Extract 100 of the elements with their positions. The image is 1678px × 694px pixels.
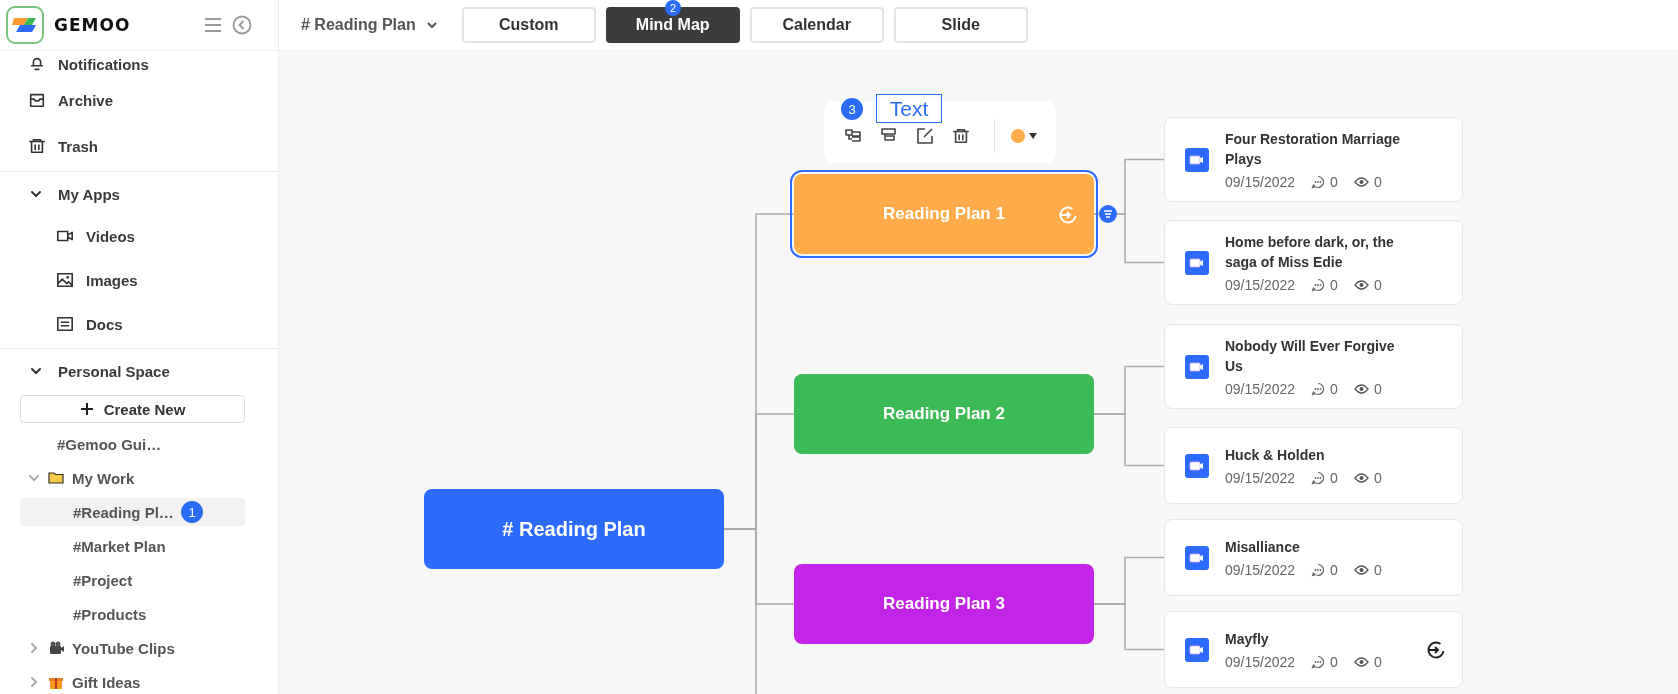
nav-item[interactable]: Trash bbox=[58, 137, 99, 155]
video-icon bbox=[1185, 453, 1209, 478]
tree-item[interactable]: #Market Plan bbox=[20, 532, 245, 560]
nav-item[interactable]: Images bbox=[86, 271, 138, 289]
enter-icon[interactable] bbox=[1426, 639, 1446, 660]
connector-line bbox=[1093, 603, 1165, 651]
eye-icon bbox=[1353, 383, 1369, 395]
logo-icon bbox=[6, 6, 44, 44]
view-count: 0 bbox=[1373, 174, 1382, 190]
comment-icon bbox=[1311, 382, 1326, 396]
date-text: 09/15/2022 bbox=[1225, 470, 1296, 486]
comment-icon bbox=[1311, 175, 1326, 189]
card-title: Nobody Will Ever Forgive Us bbox=[1225, 337, 1396, 376]
card-title: Four Restoration Marriage Plays bbox=[1225, 130, 1402, 169]
step-badge: 2 bbox=[665, 0, 681, 16]
tree-item[interactable]: YouTube Clips bbox=[20, 634, 245, 662]
root-node[interactable]: # Reading Plan bbox=[424, 489, 724, 569]
image-icon bbox=[56, 271, 74, 289]
logo-text: GEMOO bbox=[54, 15, 132, 35]
view-tab[interactable]: Custom bbox=[461, 7, 596, 43]
eye-icon bbox=[1353, 656, 1369, 668]
video-icon bbox=[1185, 250, 1209, 275]
video-card[interactable]: Nobody Will Ever Forgive Us 09/15/2022 0 0 bbox=[1164, 324, 1463, 409]
tree-item[interactable]: #Reading Pl… 1 bbox=[20, 498, 245, 526]
step-badge: 3 bbox=[841, 98, 863, 120]
archive-icon bbox=[28, 91, 46, 109]
add-sibling-icon[interactable] bbox=[844, 127, 862, 145]
video-card[interactable]: Four Restoration Marriage Plays 09/15/2022 0 0 bbox=[1164, 117, 1463, 202]
menu-icon[interactable] bbox=[204, 17, 222, 33]
nav-item[interactable]: Docs bbox=[86, 315, 123, 333]
section-title[interactable]: My Apps bbox=[58, 185, 120, 203]
comment-count: 0 bbox=[1330, 277, 1338, 293]
comment-count: 0 bbox=[1330, 562, 1338, 578]
date-text: 09/15/2022 bbox=[1225, 174, 1296, 190]
color-swatch[interactable] bbox=[1011, 129, 1025, 143]
plus-icon bbox=[79, 402, 94, 416]
view-count: 0 bbox=[1373, 562, 1382, 578]
nav-item[interactable]: Notifications bbox=[58, 55, 149, 73]
video-card[interactable]: Huck & Holden 09/15/2022 0 0 bbox=[1164, 427, 1463, 504]
video-icon bbox=[1185, 354, 1209, 379]
date-text: 09/15/2022 bbox=[1225, 381, 1296, 397]
view-count: 0 bbox=[1373, 470, 1382, 486]
comment-count: 0 bbox=[1330, 654, 1338, 670]
view-count: 0 bbox=[1373, 381, 1382, 397]
nav-item[interactable]: Archive bbox=[58, 91, 114, 109]
text-annotation: Text bbox=[876, 94, 942, 123]
document-icon bbox=[56, 315, 74, 333]
trash-icon[interactable] bbox=[952, 127, 970, 145]
tree-item[interactable]: Gift Ideas bbox=[20, 668, 245, 694]
create-new-button[interactable]: Create New bbox=[20, 395, 245, 423]
card-title: Home before dark, or, the saga of Miss Edie bbox=[1225, 233, 1395, 272]
connector-line bbox=[1093, 413, 1165, 467]
comment-icon bbox=[1311, 655, 1326, 669]
view-tab[interactable]: Calendar bbox=[749, 7, 884, 43]
video-card[interactable]: Misalliance 09/15/2022 0 0 bbox=[1164, 519, 1463, 596]
step-badge: 1 bbox=[181, 501, 203, 523]
tree-item[interactable]: My Work bbox=[20, 464, 245, 492]
date-text: 09/15/2022 bbox=[1225, 277, 1296, 293]
document-title[interactable]: # Reading Plan bbox=[301, 16, 438, 34]
video-icon bbox=[1185, 545, 1209, 570]
card-title: Mayfly bbox=[1225, 630, 1270, 649]
connector-line bbox=[1093, 213, 1165, 264]
comment-icon bbox=[1311, 278, 1326, 292]
collapse-sidebar-icon[interactable] bbox=[232, 15, 252, 35]
edit-icon[interactable] bbox=[916, 127, 934, 145]
video-icon bbox=[1185, 147, 1209, 172]
collapse-icon[interactable] bbox=[1099, 205, 1117, 223]
comment-count: 0 bbox=[1330, 381, 1338, 397]
chevron-icon[interactable] bbox=[30, 188, 42, 200]
view-count: 0 bbox=[1373, 277, 1382, 293]
tree-item[interactable]: #Products bbox=[20, 600, 245, 628]
eye-icon bbox=[1353, 472, 1369, 484]
bell-icon bbox=[28, 55, 46, 73]
chevron-icon[interactable] bbox=[30, 365, 42, 377]
video-icon bbox=[1185, 637, 1209, 662]
eye-icon bbox=[1353, 279, 1369, 291]
trash-icon bbox=[28, 137, 46, 155]
tree-item[interactable]: #Project bbox=[20, 566, 245, 594]
eye-icon bbox=[1353, 176, 1369, 188]
folder-icon bbox=[48, 470, 64, 486]
camera-icon bbox=[48, 640, 64, 656]
caret-icon bbox=[425, 19, 438, 31]
comment-icon bbox=[1311, 563, 1326, 577]
topic-node[interactable]: Reading Plan 3 bbox=[794, 564, 1094, 644]
eye-icon bbox=[1353, 564, 1369, 576]
comment-count: 0 bbox=[1330, 174, 1338, 190]
section-title[interactable]: Personal Space bbox=[58, 362, 170, 380]
comment-count: 0 bbox=[1330, 470, 1338, 486]
comment-icon bbox=[1311, 471, 1326, 485]
card-title: Huck & Holden bbox=[1225, 446, 1326, 465]
video-card[interactable]: Home before dark, or, the saga of Miss Edie 09/15/2022 0 0 bbox=[1164, 220, 1463, 305]
nav-item[interactable]: Videos bbox=[86, 227, 135, 245]
date-text: 09/15/2022 bbox=[1225, 654, 1296, 670]
date-text: 09/15/2022 bbox=[1225, 562, 1296, 578]
video-card[interactable]: Mayfly 09/15/2022 0 0 bbox=[1164, 611, 1463, 688]
view-tab[interactable]: Slide bbox=[893, 7, 1028, 43]
caret-icon[interactable] bbox=[1029, 133, 1037, 139]
card-title: Misalliance bbox=[1225, 538, 1301, 557]
tree-item[interactable]: #Gemoo Gui… bbox=[20, 430, 245, 458]
view-count: 0 bbox=[1373, 654, 1382, 670]
